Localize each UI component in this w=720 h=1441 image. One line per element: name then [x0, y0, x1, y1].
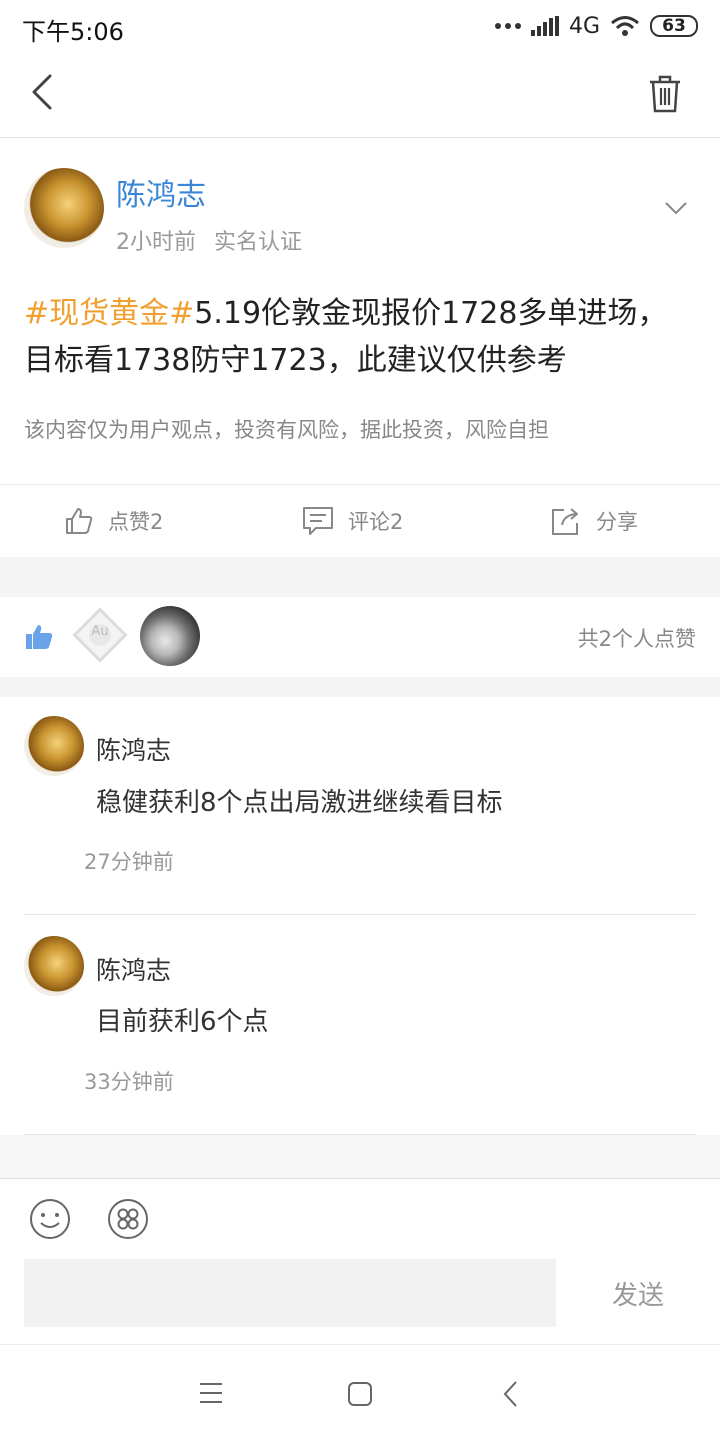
comment-author[interactable]: 陈鸿志 — [96, 731, 171, 767]
back-arrow-icon[interactable] — [24, 72, 64, 112]
chevron-down-icon[interactable] — [664, 196, 688, 220]
more-dots-icon — [494, 23, 521, 29]
verified-label: 实名认证 — [214, 230, 303, 255]
likes-row[interactable]: Au 共2个人点赞 — [0, 597, 720, 677]
status-bar: 下午5:06 4G 63 — [0, 0, 720, 52]
menu-icon[interactable] — [198, 1381, 224, 1405]
post-meta: 2小时前 实名认证 — [116, 224, 320, 256]
like-label: 点赞2 — [108, 510, 164, 534]
comment-text: 稳健获利8个点出局激进继续看目标 — [96, 788, 503, 818]
status-time: 下午5:06 — [22, 18, 124, 46]
comment-text: 目前获利6个点 — [96, 1007, 269, 1037]
comment-divider — [24, 914, 696, 915]
hashtag-link[interactable]: #现货黄金# — [24, 296, 194, 331]
risk-disclaimer: 该内容仅为用户观点，投资有风险，据此投资，风险自担 — [24, 418, 549, 442]
thumbs-up-filled-icon — [26, 625, 53, 649]
thumbs-up-icon — [66, 508, 93, 534]
author-avatar[interactable] — [24, 168, 104, 248]
likes-summary: 共2个人点赞 — [577, 627, 696, 651]
like-button[interactable]: 点赞2 — [64, 505, 163, 537]
author-name[interactable]: 陈鸿志 — [116, 170, 206, 214]
comment-icon — [303, 507, 333, 535]
wifi-icon — [611, 16, 639, 36]
comment-input[interactable] — [24, 1259, 556, 1327]
battery-indicator: 63 — [650, 15, 698, 37]
top-bar — [0, 52, 720, 138]
network-type: 4G — [568, 13, 600, 39]
share-label: 分享 — [596, 510, 638, 534]
comment-composer: 发送 — [0, 1178, 720, 1345]
share-icon — [552, 508, 578, 535]
nav-back-icon[interactable] — [500, 1379, 522, 1409]
comment-author[interactable]: 陈鸿志 — [96, 951, 171, 987]
au-badge-text: Au — [91, 624, 109, 639]
apps-icon[interactable] — [106, 1197, 150, 1241]
liker-avatar-cat[interactable] — [140, 606, 200, 666]
comment-label: 评论2 — [348, 510, 404, 534]
emoji-icon[interactable] — [28, 1197, 72, 1241]
post-time: 2小时前 — [116, 230, 196, 255]
comment-avatar[interactable] — [24, 716, 84, 776]
comment-button[interactable]: 评论2 — [302, 505, 403, 537]
post-actions: 点赞2 评论2 分享 — [0, 484, 720, 557]
send-button[interactable]: 发送 — [612, 1275, 664, 1312]
home-icon[interactable] — [346, 1380, 374, 1408]
share-button[interactable]: 分享 — [550, 505, 638, 537]
comment-time: 33分钟前 — [84, 1070, 174, 1094]
signal-icon — [530, 16, 559, 36]
section-gap — [0, 557, 720, 597]
system-nav-bar — [0, 1344, 720, 1441]
post-content: #现货黄金#5.19伦敦金现报价1728多单进场，目标看1738防守1723，此… — [24, 290, 694, 384]
bottom-gap — [0, 1135, 720, 1178]
comment-avatar[interactable] — [24, 936, 84, 996]
section-gap — [0, 677, 720, 697]
comment-time: 27分钟前 — [84, 850, 174, 874]
liker-avatar-au[interactable]: Au — [72, 607, 128, 663]
status-icons: 4G 63 — [494, 12, 698, 40]
trash-icon[interactable] — [648, 74, 682, 114]
